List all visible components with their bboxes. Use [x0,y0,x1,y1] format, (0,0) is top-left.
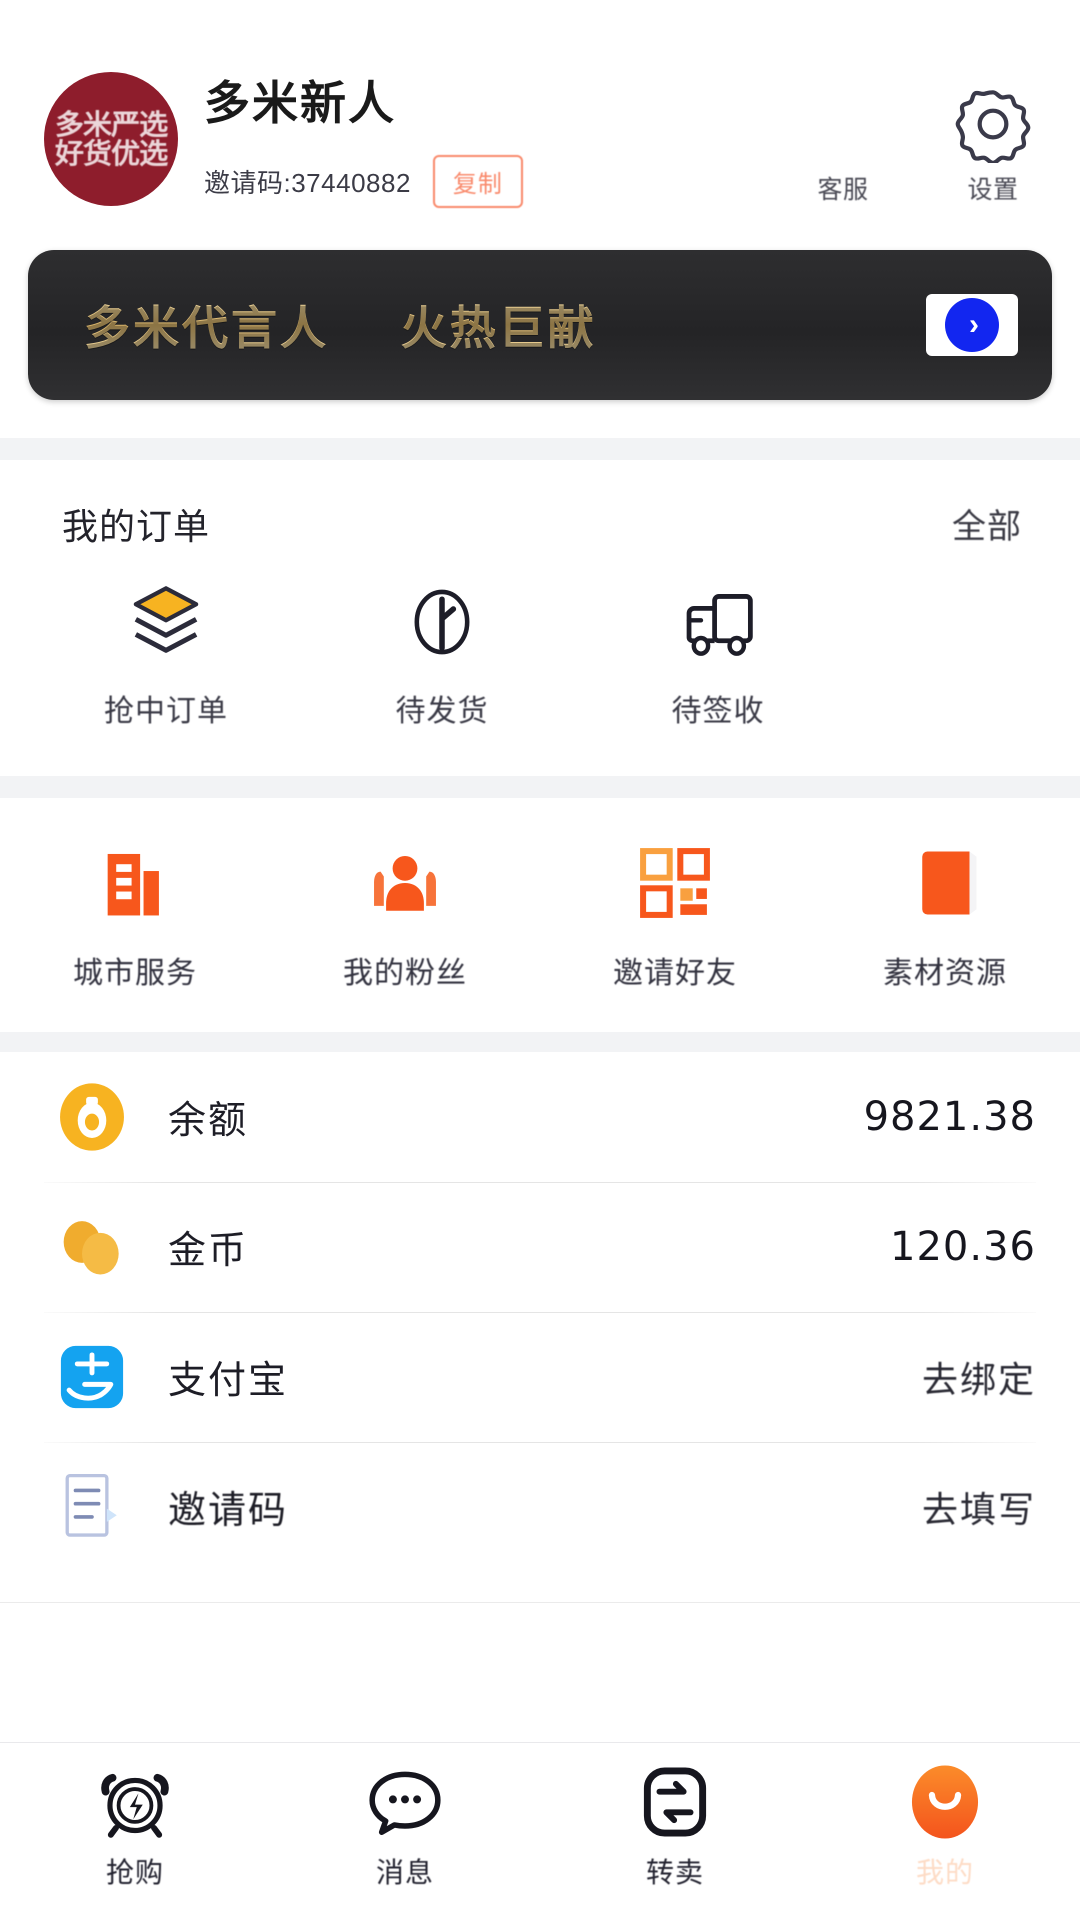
feature-my-fans[interactable]: 我的粉丝 [270,842,540,992]
order-item-to-receive[interactable]: 待签收 [588,580,848,730]
orders-grid: 抢中订单 待发货 待签收 [0,550,1080,730]
nickname: 多米新人 [204,77,396,129]
asset-row-alipay-label: 支付宝 [168,1360,289,1403]
tab-profile[interactable]: 我的 [810,1759,1080,1891]
bottom-tab-bar: 抢购 消息 转卖 我的 [0,1742,1080,1920]
order-item-to-ship[interactable]: 待发货 [312,580,572,730]
tab-flash-sale[interactable]: 抢购 [0,1759,270,1891]
orders-title: 我的订单 [62,505,211,547]
alarm-flash-icon [0,1759,270,1845]
asset-row-invite-code-label: 邀请码 [168,1490,289,1533]
feature-materials-label: 素材资源 [883,956,1007,990]
profile-avatar-icon [810,1759,1080,1845]
asset-row-coins-label: 金币 [168,1230,249,1273]
settings-label: 设置 [967,176,1019,204]
asset-row-coins-value: 120.36 [890,1223,1036,1270]
tab-flash-sale-label: 抢购 [105,1857,164,1888]
profile-header: 多米严选 好货优选 多米新人 邀请码:37440882 复制 客服 设置 [0,0,1080,208]
fans-people-icon [270,842,540,924]
profile-page: 多米严选 好货优选 多米新人 邀请码:37440882 复制 客服 设置 多米代… [0,0,1080,1920]
order-item-to-receive-label: 待签收 [671,694,765,728]
invite-code-row: 邀请码:37440882 复制 [204,154,800,208]
truck-icon [588,580,848,664]
asset-row-alipay-action[interactable]: 去绑定 [922,1351,1036,1403]
layers-icon [36,580,296,664]
banner-go-button[interactable]: › [926,293,1018,356]
gold-coins-icon [44,1212,140,1282]
settings-button[interactable]: 设置 [950,82,1036,206]
asset-row-balance[interactable]: 余额 9821.38 [44,1052,1036,1182]
invite-code-icon [44,1469,140,1545]
asset-row-invite-code[interactable]: 邀请码 去填写 [44,1441,1036,1572]
banner-title-main: 多米代言人 [84,301,329,354]
feature-city-service[interactable]: 城市服务 [0,842,270,992]
asset-row-coins[interactable]: 金币 120.36 [44,1181,1036,1312]
tab-profile-label: 我的 [915,1857,974,1888]
asset-row-alipay[interactable]: 支付宝 去绑定 [44,1311,1036,1442]
wallet-balance-icon [44,1080,140,1154]
copy-button[interactable]: 复制 [432,154,523,208]
resell-exchange-icon [540,1759,810,1845]
gear-icon [950,82,1036,166]
asset-row-balance-value: 9821.38 [863,1093,1036,1140]
list-bottom-divider [0,1601,1080,1603]
feature-city-service-label: 城市服务 [73,956,197,990]
message-bubble-icon [270,1759,540,1845]
order-item-to-ship-label: 待发货 [395,694,489,728]
clock-icon [312,580,572,664]
asset-row-balance-label: 余额 [168,1100,249,1143]
chevron-right-icon: › [945,297,999,352]
order-item-won[interactable]: 抢中订单 [36,580,296,730]
profile-identity: 多米新人 邀请码:37440882 复制 [204,72,800,208]
feature-grid: 城市服务 我的粉丝 邀请好友 素材资源 [0,797,1080,1032]
orders-section: 我的订单 全部 抢中订单 待发货 待签收 [0,459,1080,776]
order-item-won-label: 抢中订单 [104,694,228,728]
tab-resell-label: 转卖 [645,1857,704,1888]
orders-header: 我的订单 全部 [0,498,1080,550]
feature-my-fans-label: 我的粉丝 [343,956,467,990]
material-book-icon [810,842,1080,924]
section-divider-3 [0,1031,1080,1052]
feature-invite-friends[interactable]: 邀请好友 [540,842,810,992]
avatar[interactable]: 多米严选 好货优选 [44,72,178,206]
service-label: 客服 [817,176,869,204]
banner-title-sub: 火热巨献 [400,301,597,354]
tab-messages[interactable]: 消息 [270,1759,540,1891]
asset-row-invite-code-action[interactable]: 去填写 [922,1481,1036,1533]
qr-grid-icon [540,842,810,924]
header-actions: 客服 设置 [800,72,1036,206]
feature-invite-friends-label: 邀请好友 [613,956,737,990]
avatar-wrap[interactable]: 多米严选 好货优选 [44,72,178,206]
avatar-label: 多米严选 好货优选 [54,108,168,169]
section-divider-2 [0,775,1080,798]
invite-code-text: 邀请码:37440882 [204,167,411,198]
feature-materials[interactable]: 素材资源 [810,842,1080,992]
city-building-icon [0,842,270,924]
promo-banner[interactable]: 多米代言人 火热巨献 › [28,249,1052,400]
banner-title: 多米代言人 火热巨献 [84,292,597,358]
orders-view-all[interactable]: 全部 [952,499,1022,548]
assets-list: 余额 9821.38 金币 120.36 支付宝 去绑定 邀请码 去填写 [0,1051,1080,1603]
service-button[interactable]: 客服 [800,82,886,206]
tab-messages-label: 消息 [375,1857,434,1888]
section-divider [0,437,1080,460]
alipay-icon [44,1341,140,1413]
headset-icon [800,82,886,166]
tab-resell[interactable]: 转卖 [540,1759,810,1891]
